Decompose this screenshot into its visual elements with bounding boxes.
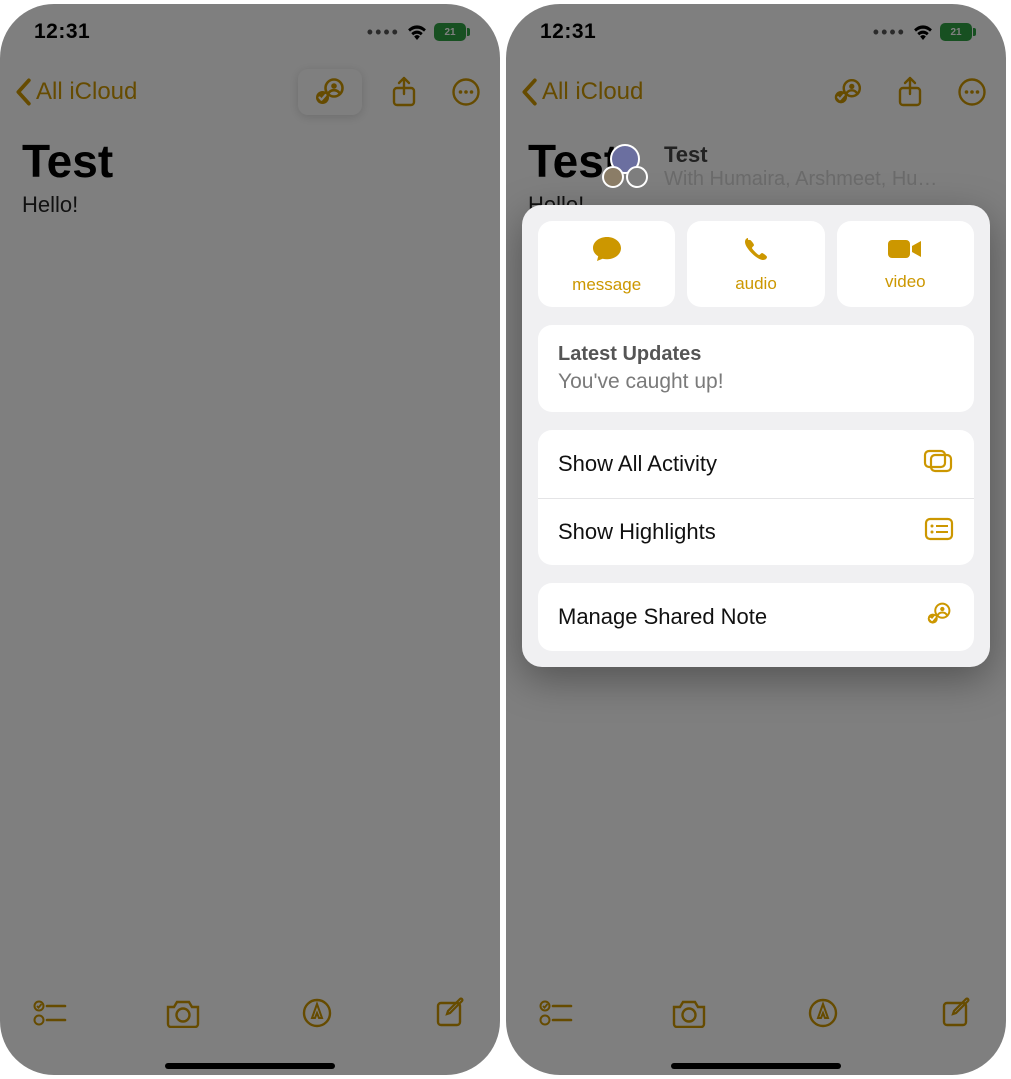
chevron-left-icon	[520, 78, 538, 106]
home-indicator[interactable]	[165, 1063, 335, 1069]
highlights-icon	[924, 517, 954, 547]
activity-icon	[922, 448, 954, 480]
back-button[interactable]: All iCloud	[14, 78, 298, 106]
latest-updates-title: Latest Updates	[558, 343, 954, 366]
cellular-dots-icon: ••••	[873, 22, 906, 43]
phone-left: 12:31 •••• 21 All iCloud	[0, 4, 500, 1075]
phone-icon	[742, 235, 770, 268]
wifi-icon	[406, 24, 428, 40]
collaborate-icon	[831, 77, 865, 107]
phone-right: 12:31 •••• 21 All iCloud	[506, 4, 1006, 1075]
audio-button[interactable]: audio	[687, 221, 824, 307]
status-bar: 12:31 •••• 21	[506, 4, 1006, 60]
cellular-dots-icon: ••••	[367, 22, 400, 43]
more-button[interactable]	[952, 72, 992, 112]
share-icon	[896, 76, 924, 108]
battery-icon: 21	[940, 23, 972, 41]
note-body: Hello!	[22, 192, 478, 218]
more-icon	[957, 77, 987, 107]
more-icon	[451, 77, 481, 107]
compose-button[interactable]	[426, 989, 474, 1037]
show-activity-row[interactable]: Show All Activity	[538, 430, 974, 498]
back-label: All iCloud	[542, 78, 643, 106]
back-button[interactable]: All iCloud	[520, 78, 828, 106]
share-icon	[390, 76, 418, 108]
latest-updates-body: You've caught up!	[558, 370, 954, 394]
home-indicator[interactable]	[671, 1063, 841, 1069]
manage-icon	[924, 601, 954, 633]
popover-sheet: message audio video	[522, 205, 990, 667]
battery-icon: 21	[434, 23, 466, 41]
camera-icon	[164, 998, 202, 1028]
more-button[interactable]	[446, 72, 486, 112]
manage-shared-label: Manage Shared Note	[558, 604, 767, 630]
collaborate-icon	[312, 77, 348, 107]
show-highlights-label: Show Highlights	[558, 519, 716, 545]
collaborate-button[interactable]	[828, 72, 868, 112]
collaborate-button[interactable]	[298, 69, 362, 115]
nav-bar: All iCloud	[506, 64, 1006, 120]
popover-header: Test With Humaira, Arshmeet, Hu…	[506, 132, 1006, 205]
avatar-cluster-icon	[602, 144, 652, 190]
video-icon	[886, 237, 924, 266]
manage-list: Manage Shared Note	[538, 583, 974, 651]
show-activity-label: Show All Activity	[558, 451, 717, 477]
nav-bar: All iCloud	[0, 64, 500, 120]
share-button[interactable]	[890, 72, 930, 112]
note-title: Test	[22, 134, 478, 188]
status-bar: 12:31 •••• 21	[0, 4, 500, 60]
checklist-button[interactable]	[26, 989, 74, 1037]
video-button[interactable]: video	[837, 221, 974, 307]
status-time: 12:31	[540, 20, 596, 44]
show-highlights-row[interactable]: Show Highlights	[538, 498, 974, 565]
compose-icon	[434, 997, 466, 1029]
status-time: 12:31	[34, 20, 90, 44]
camera-button[interactable]	[159, 989, 207, 1037]
wifi-icon	[912, 24, 934, 40]
manage-shared-row[interactable]: Manage Shared Note	[538, 583, 974, 651]
popover-title: Test	[664, 142, 937, 168]
message-button[interactable]: message	[538, 221, 675, 307]
actions-list: Show All Activity Show Highlights	[538, 430, 974, 565]
status-indicators: •••• 21	[873, 22, 972, 43]
message-icon	[590, 234, 624, 269]
markup-button[interactable]	[293, 989, 341, 1037]
message-label: message	[572, 275, 641, 295]
latest-updates-card: Latest Updates You've caught up!	[538, 325, 974, 412]
note-content[interactable]: Test Hello!	[0, 134, 500, 218]
status-indicators: •••• 21	[367, 22, 466, 43]
back-label: All iCloud	[36, 78, 137, 106]
video-label: video	[885, 272, 926, 292]
popover-subtitle: With Humaira, Arshmeet, Hu…	[664, 168, 937, 191]
share-button[interactable]	[384, 72, 424, 112]
checklist-icon	[33, 999, 67, 1027]
chevron-left-icon	[14, 78, 32, 106]
collaboration-popover: Test With Humaira, Arshmeet, Hu… message	[506, 132, 1006, 1075]
audio-label: audio	[735, 274, 777, 294]
bottom-toolbar	[0, 973, 500, 1053]
markup-icon	[301, 997, 333, 1029]
